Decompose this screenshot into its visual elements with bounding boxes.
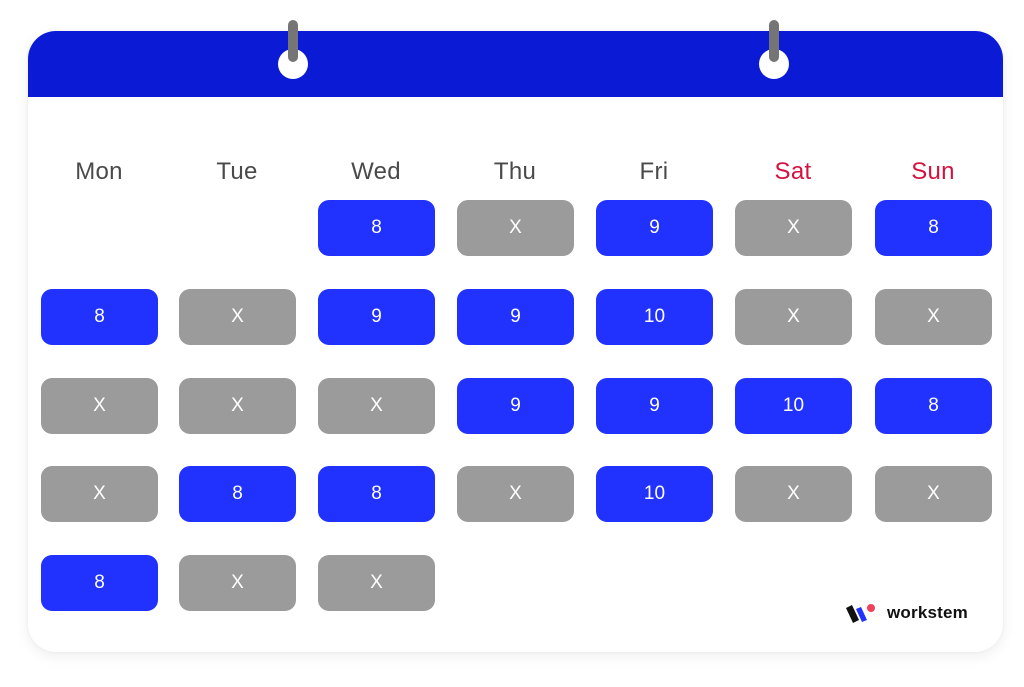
day-cell-hours[interactable]: 9 xyxy=(457,378,574,434)
calendar-header-band xyxy=(28,31,1003,97)
weekday-label-wed: Wed xyxy=(351,158,401,185)
day-cell-off[interactable]: X xyxy=(875,289,992,345)
day-cell-hours[interactable]: 8 xyxy=(875,378,992,434)
brand-logo: workstem xyxy=(845,601,968,625)
brand-name: workstem xyxy=(887,603,968,622)
day-cell-hours[interactable]: 9 xyxy=(318,289,435,345)
day-cell-hours[interactable]: 8 xyxy=(179,466,296,522)
binder-ring-pin-right xyxy=(769,20,779,62)
day-cell-off[interactable]: X xyxy=(735,200,852,256)
day-cell-hours[interactable]: 8 xyxy=(41,555,158,611)
day-cell-off[interactable]: X xyxy=(179,378,296,434)
day-cell-off[interactable]: X xyxy=(318,555,435,611)
day-cell-hours[interactable]: 8 xyxy=(875,200,992,256)
day-cell-off[interactable]: X xyxy=(318,378,435,434)
day-cell-off[interactable]: X xyxy=(179,289,296,345)
calendar-card: Mon Tue Wed Thu Fri Sat Sun 8 X 9 X 8 8 X 9 9 10 X X X X X 9 9… xyxy=(28,31,1003,652)
day-cell-hours[interactable]: 9 xyxy=(596,378,713,434)
day-cell-hours[interactable]: 9 xyxy=(457,289,574,345)
day-cell-hours[interactable]: 10 xyxy=(596,466,713,522)
binder-ring-pin-left xyxy=(288,20,298,62)
day-cell-off[interactable]: X xyxy=(735,289,852,345)
weekday-label-sun: Sun xyxy=(911,158,955,185)
day-cell-hours[interactable]: 8 xyxy=(318,466,435,522)
day-cell-off[interactable]: X xyxy=(41,378,158,434)
day-cell-hours[interactable]: 9 xyxy=(596,200,713,256)
day-cell-off[interactable]: X xyxy=(735,466,852,522)
day-cell-off[interactable]: X xyxy=(875,466,992,522)
weekday-label-fri: Fri xyxy=(639,158,669,185)
day-cell-off[interactable]: X xyxy=(457,466,574,522)
day-cell-off[interactable]: X xyxy=(179,555,296,611)
day-cell-hours[interactable]: 10 xyxy=(735,378,852,434)
workstem-logo-icon xyxy=(846,604,875,623)
weekday-label-thu: Thu xyxy=(493,158,537,185)
day-cell-hours[interactable]: 8 xyxy=(318,200,435,256)
day-cell-hours[interactable]: 8 xyxy=(41,289,158,345)
weekday-label-tue: Tue xyxy=(216,158,258,185)
day-cell-off[interactable]: X xyxy=(41,466,158,522)
day-cell-off[interactable]: X xyxy=(457,200,574,256)
day-cell-hours[interactable]: 10 xyxy=(596,289,713,345)
weekday-label-sat: Sat xyxy=(774,158,812,185)
weekday-label-mon: Mon xyxy=(75,158,123,185)
